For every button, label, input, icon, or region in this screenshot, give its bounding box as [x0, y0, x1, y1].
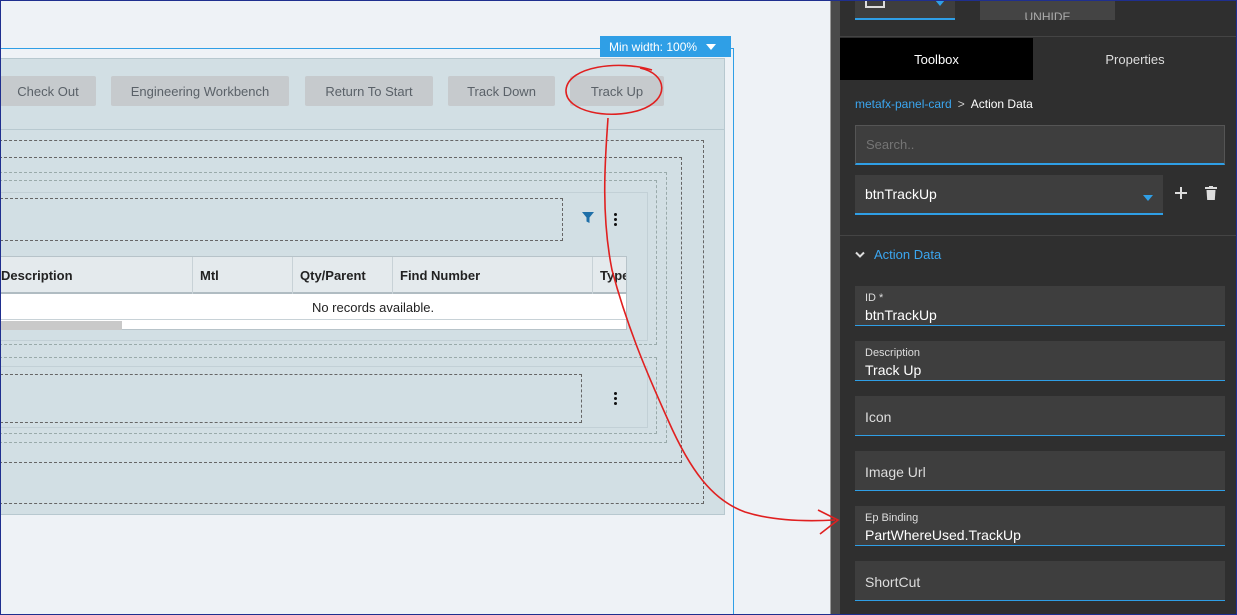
- filter-icon[interactable]: [582, 212, 594, 224]
- panel-splitter[interactable]: [830, 0, 840, 615]
- column-header-description[interactable]: Description: [0, 257, 193, 294]
- description-field-value: Track Up: [865, 362, 922, 378]
- shortcut-field[interactable]: ShortCut: [855, 561, 1225, 601]
- shortcut-field-label: ShortCut: [865, 574, 921, 590]
- image-url-field-label: Image Url: [865, 464, 926, 480]
- tab-properties[interactable]: Properties: [1033, 38, 1237, 80]
- tab-toolbox[interactable]: Toolbox: [840, 38, 1033, 80]
- device-icon: [865, 0, 885, 8]
- image-url-field[interactable]: Image Url: [855, 451, 1225, 491]
- icon-field-label: Icon: [865, 409, 892, 425]
- description-field[interactable]: Description Track Up: [855, 341, 1225, 381]
- empty-message: No records available.: [311, 300, 435, 315]
- plus-icon[interactable]: [1174, 186, 1188, 200]
- unhide-button[interactable]: UNHIDE: [980, 0, 1115, 20]
- layout-selector[interactable]: [855, 0, 955, 20]
- ep-binding-field[interactable]: Ep Binding PartWhereUsed.TrackUp: [855, 506, 1225, 546]
- grid-filter-area[interactable]: [0, 198, 563, 241]
- min-width-label: Min width: 100%: [609, 39, 698, 54]
- action-select-value: btnTrackUp: [865, 186, 937, 202]
- chevron-down-icon: [935, 0, 945, 6]
- id-field[interactable]: ID * btnTrackUp: [855, 286, 1225, 326]
- action-data-section-toggle[interactable]: Action Data: [855, 247, 941, 262]
- unhide-label: UNHIDE: [1024, 10, 1071, 20]
- ep-binding-field-label: Ep Binding: [865, 512, 919, 524]
- min-width-badge[interactable]: Min width: 100%: [600, 36, 731, 57]
- grid-header: Description Mtl Qty/Parent Find Number T…: [0, 257, 626, 294]
- divider: [840, 36, 1237, 37]
- breadcrumb-separator: >: [957, 97, 965, 111]
- column-header-find-number[interactable]: Find Number: [393, 257, 593, 294]
- row-divider: [0, 319, 626, 320]
- check-out-button[interactable]: Check Out: [0, 76, 96, 106]
- divider: [840, 235, 1237, 236]
- designer-canvas: Min width: 100% Check Out Engineering Wo…: [0, 0, 830, 615]
- more-options-icon[interactable]: [614, 392, 618, 405]
- breadcrumb-current: Action Data: [970, 97, 1033, 111]
- section-title: Action Data: [874, 247, 942, 262]
- properties-panel: UNHIDE Toolbox Properties metafx-panel-c…: [840, 0, 1237, 615]
- horizontal-scrollbar[interactable]: [0, 321, 122, 330]
- chevron-down-icon: [855, 251, 865, 258]
- secondary-panel[interactable]: [0, 366, 648, 428]
- data-grid: Description Mtl Qty/Parent Find Number T…: [0, 256, 627, 330]
- return-to-start-button[interactable]: Return To Start: [305, 76, 433, 106]
- ep-binding-field-value: PartWhereUsed.TrackUp: [865, 527, 1021, 543]
- column-header-mtl[interactable]: Mtl: [193, 257, 293, 294]
- id-field-value: btnTrackUp: [865, 307, 937, 323]
- id-field-label: ID *: [865, 292, 884, 304]
- panel-card[interactable]: Check Out Engineering Workbench Return T…: [0, 58, 725, 515]
- breadcrumb-parent-link[interactable]: metafx-panel-card: [855, 97, 952, 111]
- trash-icon[interactable]: [1205, 186, 1217, 200]
- secondary-panel-dropzone[interactable]: [0, 374, 582, 423]
- action-select[interactable]: btnTrackUp: [855, 175, 1163, 215]
- engineering-workbench-button[interactable]: Engineering Workbench: [111, 76, 289, 106]
- card-header-divider: [0, 129, 724, 130]
- chevron-down-icon: [706, 43, 717, 50]
- icon-field[interactable]: Icon: [855, 396, 1225, 436]
- breadcrumb: metafx-panel-card > Action Data: [855, 97, 1033, 111]
- track-up-button[interactable]: Track Up: [570, 76, 664, 106]
- description-field-label: Description: [865, 347, 921, 359]
- column-header-qty-parent[interactable]: Qty/Parent: [293, 257, 393, 294]
- search-input[interactable]: [855, 125, 1225, 165]
- chevron-down-icon: [1143, 195, 1153, 201]
- column-header-type[interactable]: Type: [593, 257, 626, 294]
- track-down-button[interactable]: Track Down: [448, 76, 555, 106]
- more-options-icon[interactable]: [614, 213, 618, 226]
- data-grid-panel[interactable]: Description Mtl Qty/Parent Find Number T…: [0, 192, 648, 341]
